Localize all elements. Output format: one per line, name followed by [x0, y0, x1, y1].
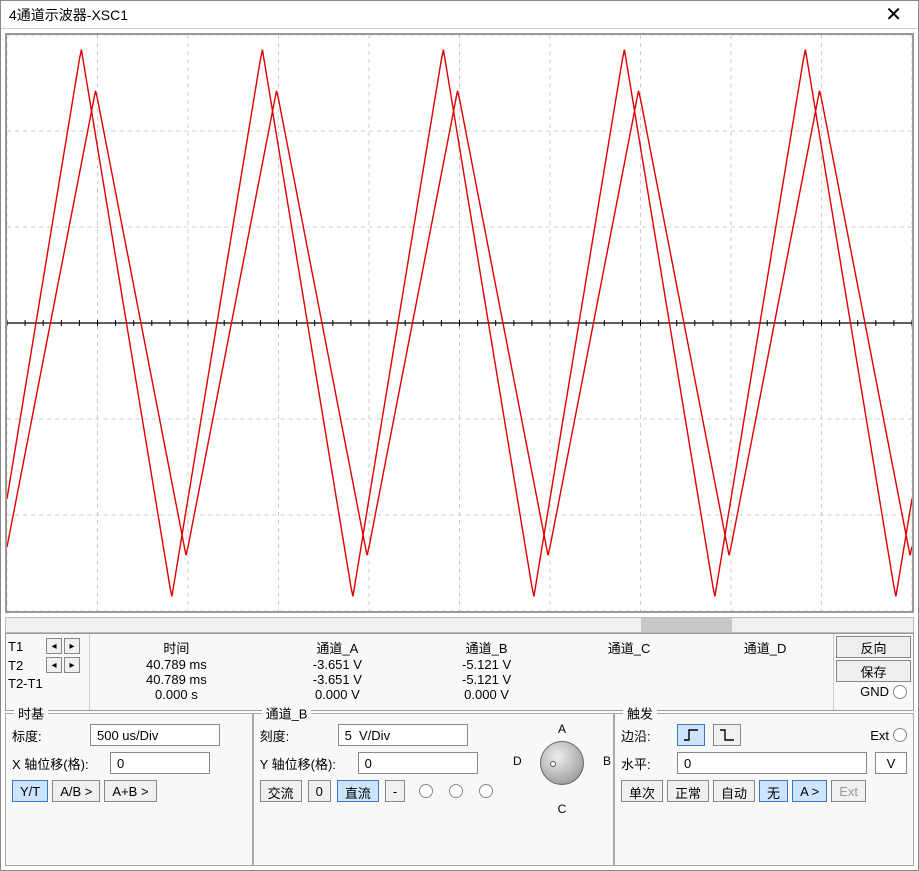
oscilloscope-window: 4通道示波器-XSC1 ✕ T1 ◂ ▸ T2 ◂ ▸ T2-T1 — [0, 0, 919, 871]
mode-ab-sweep-button[interactable]: A/B > — [52, 780, 100, 802]
channel-title: 通道_B — [262, 704, 312, 723]
t2-label: T2 — [8, 658, 44, 673]
t1-right-button[interactable]: ▸ — [64, 638, 80, 654]
trig-single-button[interactable]: 单次 — [621, 780, 663, 802]
dial-label-C: C — [558, 802, 567, 816]
edge-rising-button[interactable] — [677, 724, 705, 746]
t2-right-button[interactable]: ▸ — [64, 657, 80, 673]
t1-left-button[interactable]: ◂ — [46, 638, 62, 654]
scope-display[interactable] — [5, 33, 914, 613]
time-scrollbar[interactable] — [5, 617, 914, 633]
table-row: 40.789 ms-3.651 V-5.121 V — [90, 672, 833, 687]
level-label: 水平: — [621, 754, 669, 773]
ext-radio[interactable] — [893, 728, 907, 742]
dial-label-B: B — [603, 754, 611, 768]
channel-ypos-label: Y 轴位移(格): — [260, 754, 352, 773]
channel-ypos-input[interactable] — [358, 752, 478, 774]
channel-dial: A B C D — [517, 724, 607, 802]
channel-knob[interactable] — [540, 741, 584, 785]
radio-2[interactable] — [449, 784, 463, 798]
timebase-title: 时基 — [14, 704, 48, 723]
cursor-controls: T1 ◂ ▸ T2 ◂ ▸ T2-T1 — [6, 634, 90, 710]
hdr-chC: 通道_C — [561, 638, 697, 657]
gnd-radio[interactable] — [893, 685, 907, 699]
trig-asrc-button[interactable]: A > — [792, 780, 827, 802]
channel-scale-label: 刻度: — [260, 726, 332, 745]
window-title: 4通道示波器-XSC1 — [9, 5, 128, 25]
channel-scale-input[interactable] — [338, 724, 468, 746]
edge-label: 边沿: — [621, 726, 669, 745]
scroll-thumb[interactable] — [641, 618, 732, 632]
gnd-label: GND — [860, 684, 889, 699]
coupling-inv-button[interactable]: - — [385, 780, 405, 802]
coupling-zero-button[interactable]: 0 — [308, 780, 331, 802]
hdr-time: 时间 — [90, 638, 263, 657]
t1-label: T1 — [8, 639, 44, 654]
controls-row: 时基 标度: X 轴位移(格): Y/T A/B > A+B > 通道_B — [5, 713, 914, 866]
dial-label-A: A — [558, 722, 566, 736]
level-unit-input[interactable] — [875, 752, 907, 774]
level-input[interactable] — [677, 752, 867, 774]
trigger-panel: 触发 边沿: Ext 水平: — [614, 713, 914, 866]
coupling-ac-button[interactable]: 交流 — [260, 780, 302, 802]
hdr-chB: 通道_B — [412, 638, 561, 657]
dial-label-D: D — [513, 754, 522, 768]
channel-panel: 通道_B 刻度: Y 轴位移(格): 交流 0 直流 - — [253, 713, 614, 866]
titlebar: 4通道示波器-XSC1 ✕ — [1, 1, 918, 29]
mode-ab-sum-button[interactable]: A+B > — [104, 780, 156, 802]
readout-table: 时间 通道_A 通道_B 通道_C 通道_D 40.789 ms-3.651 V… — [90, 634, 833, 710]
table-row: 0.000 s0.000 V0.000 V — [90, 687, 833, 702]
close-icon[interactable]: ✕ — [877, 5, 910, 25]
timebase-scale-input[interactable] — [90, 724, 220, 746]
trigger-title: 触发 — [623, 704, 657, 723]
hdr-chD: 通道_D — [697, 638, 833, 657]
radio-3[interactable] — [479, 784, 493, 798]
trig-none-button[interactable]: 无 — [759, 780, 788, 802]
falling-edge-icon — [718, 728, 736, 742]
table-row: 40.789 ms-3.651 V-5.121 V — [90, 657, 833, 672]
reverse-button[interactable]: 反向 — [836, 636, 911, 658]
timebase-xpos-label: X 轴位移(格): — [12, 754, 104, 773]
hdr-chA: 通道_A — [263, 638, 412, 657]
t2-left-button[interactable]: ◂ — [46, 657, 62, 673]
ext-label: Ext — [870, 728, 889, 743]
scope-svg — [7, 35, 912, 611]
edge-falling-button[interactable] — [713, 724, 741, 746]
timebase-panel: 时基 标度: X 轴位移(格): Y/T A/B > A+B > — [5, 713, 253, 866]
trig-ext-button[interactable]: Ext — [831, 780, 866, 802]
mode-yt-button[interactable]: Y/T — [12, 780, 48, 802]
readout-panel: T1 ◂ ▸ T2 ◂ ▸ T2-T1 时间 通道_A 通道_B 通道_C 通道… — [5, 633, 914, 711]
timebase-xpos-input[interactable] — [110, 752, 210, 774]
timebase-scale-label: 标度: — [12, 726, 84, 745]
coupling-dc-button[interactable]: 直流 — [337, 780, 379, 802]
radio-1[interactable] — [419, 784, 433, 798]
rising-edge-icon — [682, 728, 700, 742]
trig-normal-button[interactable]: 正常 — [667, 780, 709, 802]
tdiff-label: T2-T1 — [8, 676, 44, 691]
side-buttons: 反向 保存 GND — [833, 634, 913, 710]
save-button[interactable]: 保存 — [836, 660, 911, 682]
trig-auto-button[interactable]: 自动 — [713, 780, 755, 802]
